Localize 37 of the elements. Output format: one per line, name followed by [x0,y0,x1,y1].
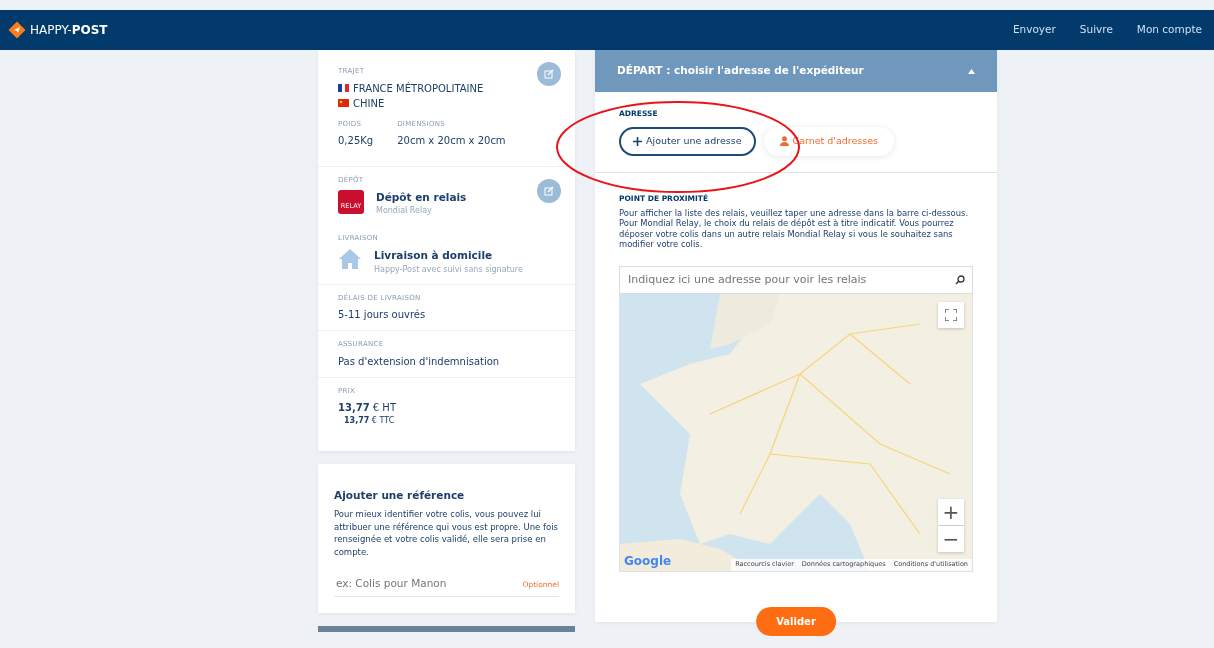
edit-button[interactable] [537,179,561,203]
zoom-out-button[interactable]: − [938,525,964,552]
service-title: Dépôt en relais [376,189,467,205]
zoom-in-button[interactable]: + [938,498,964,525]
country-name: CHINE [353,96,385,111]
edit-icon [544,69,554,79]
service-subtitle: Mondial Relay [376,205,433,218]
plus-icon [633,136,642,146]
weight-value: 0,25Kg [338,134,374,148]
card-title: Ajouter une référence [334,488,466,503]
section-value: Pas d'extension d'indemnisation [338,354,501,369]
search-icon[interactable] [955,274,965,285]
service-title: Livraison à domicile [374,247,494,263]
fullscreen-button[interactable] [938,301,964,328]
service-subtitle: Happy-Post avec suivi sans signature [374,263,523,276]
dimensions-value: 20cm x 20cm x 20cm [397,134,506,148]
edit-button[interactable] [537,62,561,86]
country-name: FRANCE MÉTROPOLITAINE [353,81,484,96]
china-flag-icon [338,99,349,107]
fullscreen-icon [945,308,957,321]
price-line: 13,77 € TTC [343,415,396,427]
price-line: 13,77 € HT [338,401,397,415]
person-icon [779,136,789,147]
section-value: 5-11 jours ouvrés [338,308,427,322]
france-flag-icon [338,84,349,92]
add-address-button[interactable]: Ajouter une adresse [619,127,756,156]
edit-icon [544,186,554,196]
panel-title: DÉPART : choisir l'adresse de l'expéditeur [617,63,864,79]
info-paragraph: Pour afficher la liste des relais, veuillez taper une adresse dans la barre ci-dessous. Pour Mondial Relay, le choix du relais de dépôt est à titre indicatif. Vous pourrez déposer votre colis dans un autre relais Mondial Relay si vous le souhaitez sans modifier votre colis. [619,207,970,250]
card-description: Pour mieux identifier votre colis, vous pouvez lui attribuer une référence qui vous est propre. Une fois renseignée et votre colis validé, elle sera prise en compte. [334,507,559,559]
brand-logo[interactable]: HAPPY-POST [30,21,108,39]
nav-link[interactable]: Envoyer [1012,22,1056,38]
nav-link[interactable]: Suivre [1079,22,1113,38]
nav-link[interactable]: Mon compte [1136,22,1202,38]
search-field[interactable]: Indiquez ici une adresse pour voir les relais [619,265,973,294]
house-icon [338,247,362,270]
map-provider-logo: Google [624,552,672,570]
